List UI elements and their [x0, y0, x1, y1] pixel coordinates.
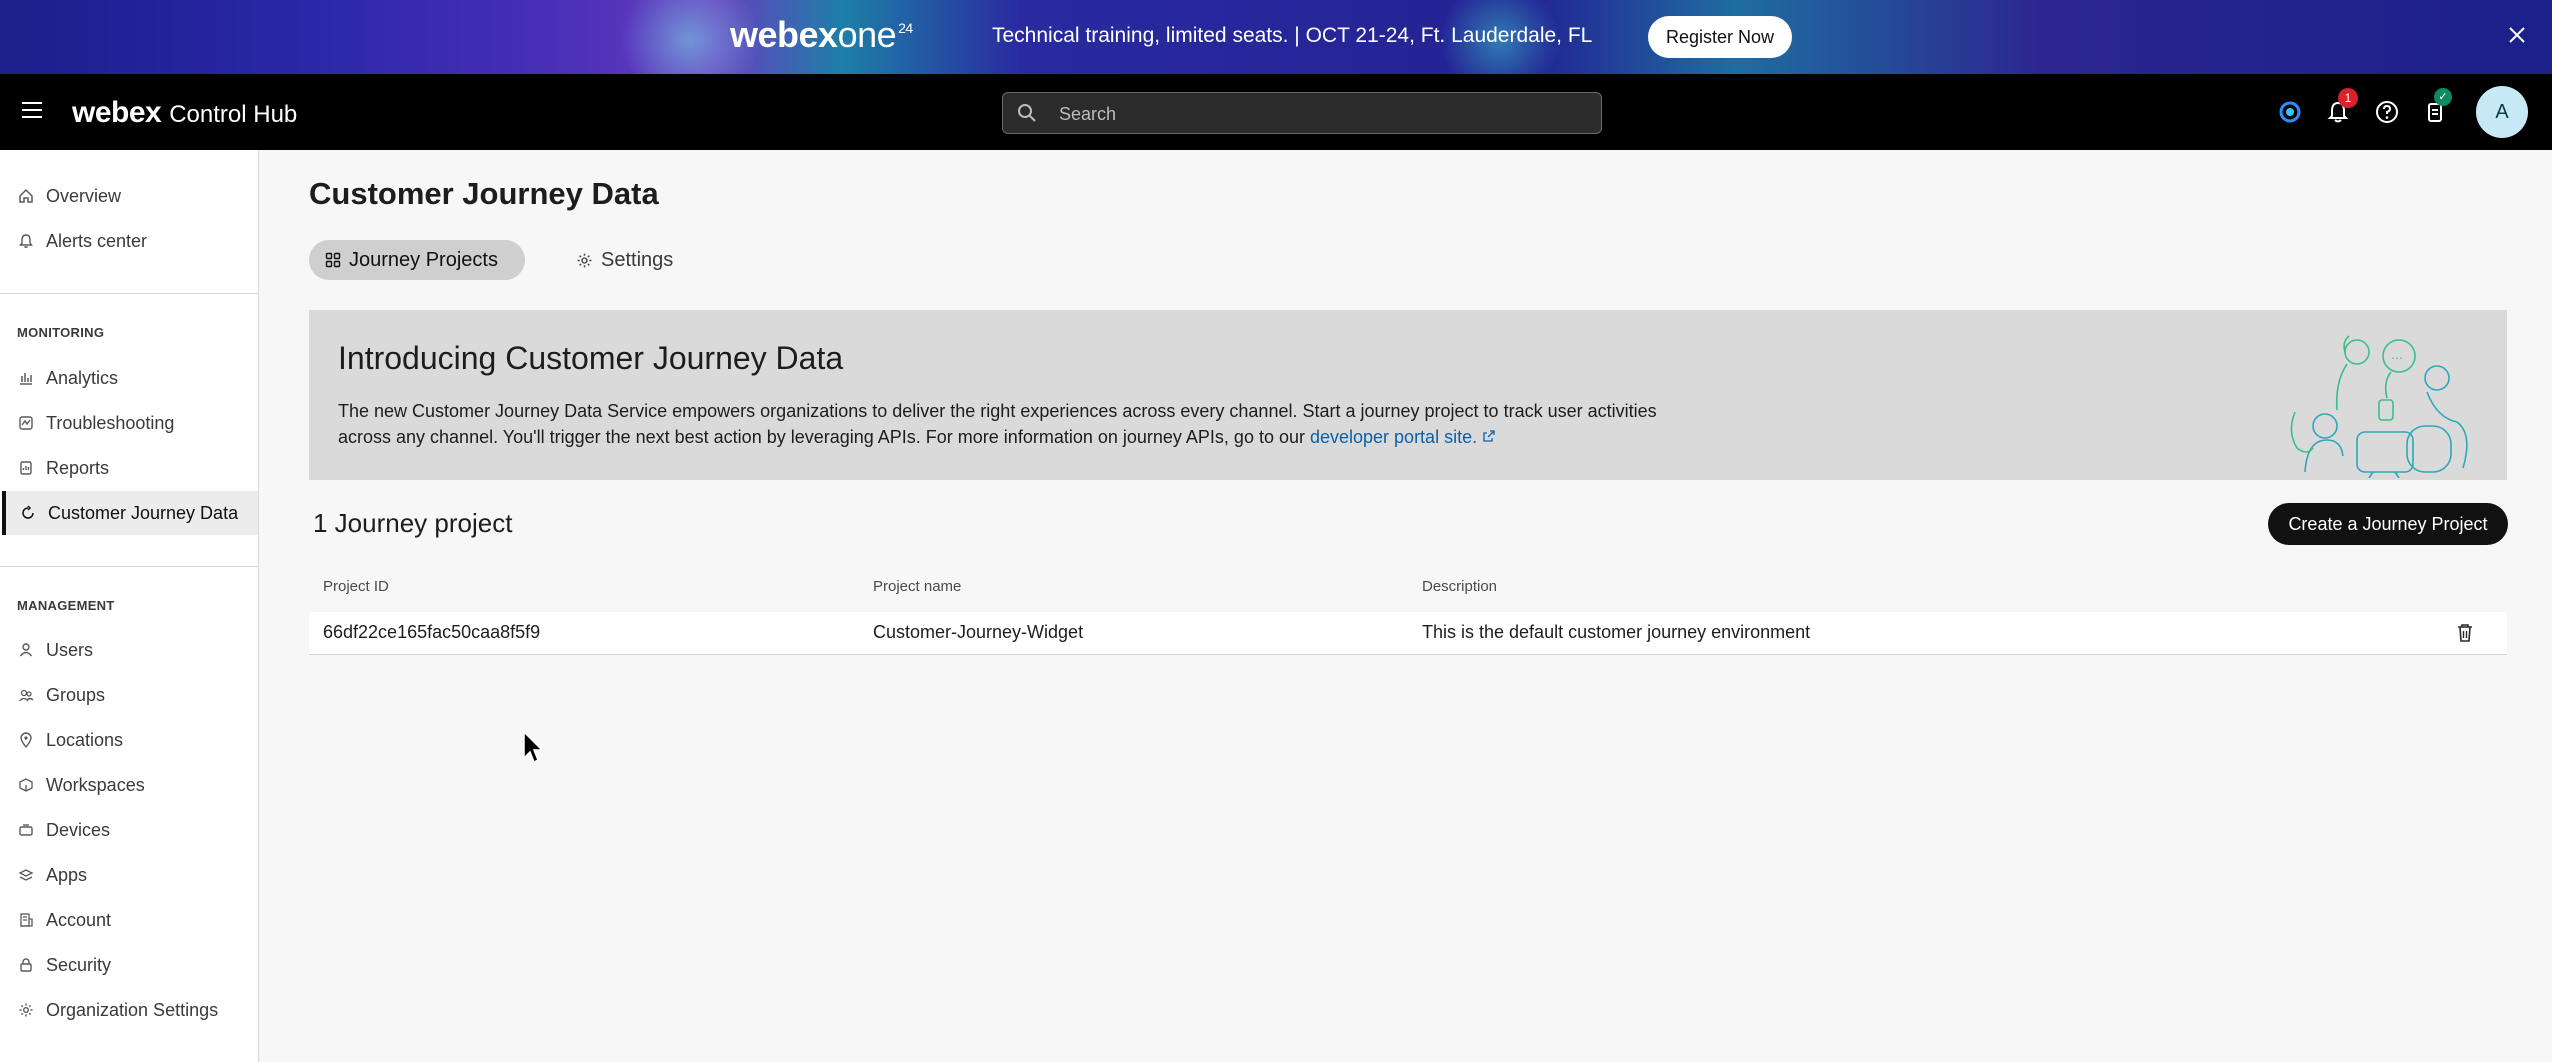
home-icon [19, 188, 33, 203]
hamburger-menu-icon[interactable] [22, 102, 42, 120]
check-badge-icon: ✓ [2434, 88, 2452, 106]
sidebar-item-workspaces[interactable]: Workspaces [0, 763, 252, 807]
developer-portal-link[interactable]: developer portal site. [1310, 427, 1477, 447]
promo-banner: webexone 24 Technical training, limited s… [0, 0, 2552, 74]
page-title: Customer Journey Data [309, 176, 659, 211]
location-icon [20, 732, 32, 748]
column-header-project-name[interactable]: Project name [873, 578, 961, 595]
sidebar-item-label: Troubleshooting [46, 412, 175, 433]
intro-heading: Introducing Customer Journey Data [338, 340, 844, 376]
sidebar-item-label: Users [46, 639, 94, 660]
sidebar-item-label: Apps [46, 864, 88, 885]
project-name-cell: Customer-Journey-Widget [873, 622, 1084, 642]
external-link-icon[interactable] [1482, 429, 1496, 443]
help-icon[interactable] [2373, 98, 2401, 126]
search-box[interactable] [1002, 92, 1602, 134]
sidebar-item-users[interactable]: Users [0, 628, 252, 672]
gear-icon [19, 1003, 33, 1017]
column-header-description[interactable]: Description [1422, 578, 1497, 595]
sidebar-item-label: Workspaces [46, 774, 145, 795]
sidebar-item-label: Locations [46, 729, 124, 750]
apps-icon [18, 869, 34, 881]
banner-message: Technical training, limited seats. | OCT… [992, 24, 1593, 47]
column-header-project-id[interactable]: Project ID [323, 578, 389, 595]
troubleshooting-icon [19, 416, 33, 430]
brand[interactable]: webex Control Hub [72, 96, 297, 130]
sidebar-item-security[interactable]: Security [0, 943, 252, 987]
workspace-icon [19, 778, 33, 792]
sidebar-item-label: Security [46, 954, 112, 975]
sidebar-item-label: Overview [46, 185, 122, 206]
sidebar-item-label: Devices [46, 819, 111, 840]
sidebar-item-label: Customer Journey Data [48, 502, 239, 523]
sidebar-item-organization-settings[interactable]: Organization Settings [0, 988, 252, 1032]
sidebar-item-overview[interactable]: Overview [0, 174, 252, 218]
trash-icon[interactable] [2455, 622, 2475, 644]
people-illustration: … [2290, 335, 2468, 478]
mouse-cursor-icon [523, 730, 544, 764]
table-row[interactable]: 66df22ce165fac50caa8f5f9 Customer-Journe… [309, 612, 2507, 655]
grid-icon [325, 252, 341, 268]
sidebar-item-devices[interactable]: Devices [0, 808, 252, 852]
tab-settings[interactable]: Settings [560, 240, 673, 280]
sidebar-divider [0, 566, 258, 567]
management-heading: MANAGEMENT [17, 598, 115, 613]
webex-status-icon[interactable] [2276, 98, 2304, 126]
sidebar-item-customer-journey-data[interactable]: Customer Journey Data [2, 491, 258, 535]
lock-icon [20, 958, 32, 972]
webexone-logo: webexone 24 [730, 14, 913, 55]
sidebar-item-reports[interactable]: Reports [0, 446, 252, 490]
create-journey-project-button[interactable]: Create a Journey Project [2268, 503, 2508, 545]
monitoring-heading: MONITORING [17, 325, 105, 340]
user-icon [19, 643, 33, 657]
sidebar-divider [0, 293, 258, 294]
search-input[interactable] [1057, 101, 1581, 127]
tab-label: Journey Projects [349, 248, 498, 271]
project-id-cell: 66df22ce165fac50caa8f5f9 [323, 622, 541, 642]
close-icon[interactable] [2504, 22, 2530, 48]
svg-text:…: … [2391, 348, 2403, 362]
sidebar-item-account[interactable]: Account [0, 898, 252, 942]
register-now-button[interactable]: Register Now [1648, 16, 1793, 58]
sidebar-item-label: Reports [46, 457, 110, 478]
sidebar-item-label: Account [46, 909, 112, 930]
sidebar-item-label: Analytics [46, 367, 119, 388]
devices-icon [19, 824, 33, 836]
sidebar: Overview Alerts center MONITORING Analyt… [0, 150, 259, 1062]
user-avatar[interactable]: A [2476, 86, 2528, 138]
sidebar-item-apps[interactable]: Apps [0, 853, 252, 897]
notification-count-badge: 1 [2338, 88, 2358, 108]
sidebar-item-label: Alerts center [46, 230, 148, 251]
description-cell: This is the default customer journey env… [1422, 622, 1811, 642]
bell-icon [19, 234, 33, 248]
sidebar-item-label: Organization Settings [46, 999, 219, 1020]
reports-icon [20, 461, 32, 475]
intro-banner: Introducing Customer Journey Data The ne… [309, 310, 2507, 480]
intro-body: The new Customer Journey Data Service em… [338, 401, 1657, 447]
project-count: 1 Journey project [313, 508, 513, 538]
tab-journey-projects[interactable]: Journey Projects [309, 240, 525, 280]
gear-icon [577, 253, 592, 267]
sidebar-item-locations[interactable]: Locations [0, 718, 252, 762]
groups-icon [19, 689, 34, 702]
sidebar-item-alerts-center[interactable]: Alerts center [0, 219, 252, 263]
journey-icon [22, 505, 34, 519]
analytics-icon [20, 373, 32, 385]
account-icon [20, 913, 33, 927]
sidebar-item-groups[interactable]: Groups [0, 673, 252, 717]
sidebar-item-analytics[interactable]: Analytics [0, 356, 252, 400]
top-header: webexControl Hub 1 ✓ A [0, 74, 2552, 150]
sidebar-item-label: Groups [46, 684, 106, 705]
tab-label: Settings [601, 248, 674, 271]
search-icon [1018, 104, 1036, 122]
sidebar-item-troubleshooting[interactable]: Troubleshooting [0, 401, 252, 445]
